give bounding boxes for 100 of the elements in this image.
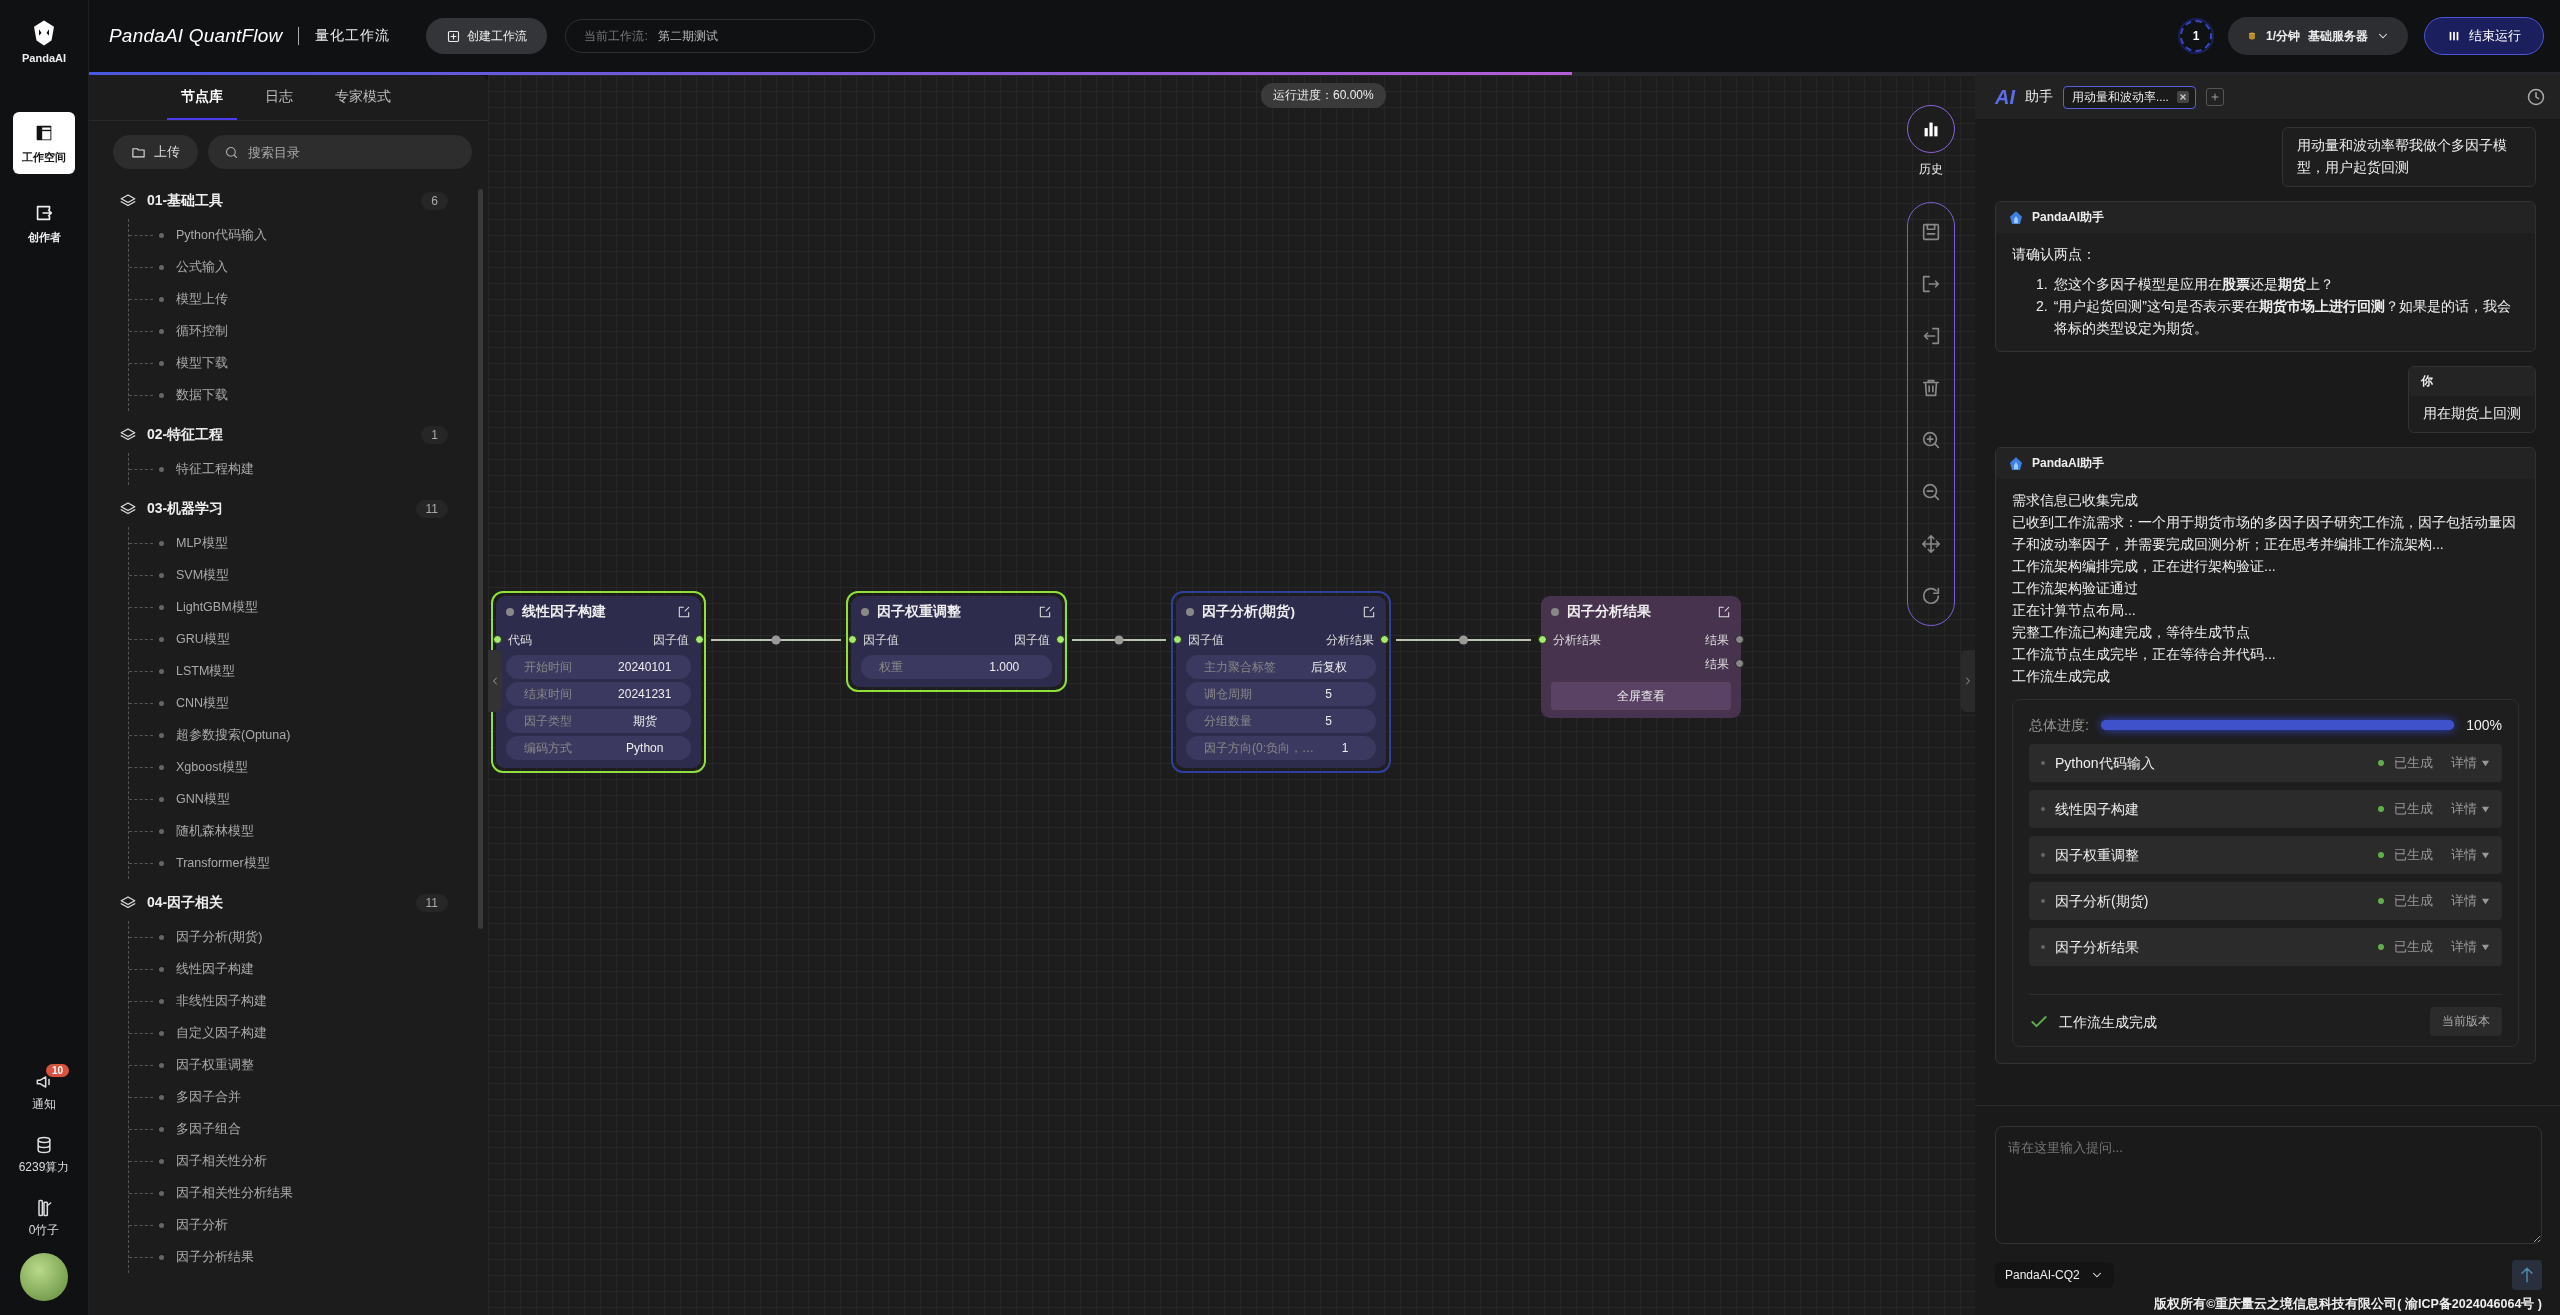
history-button[interactable] <box>1907 105 1955 153</box>
tree-item[interactable]: 公式输入 <box>129 251 448 283</box>
field-label: 当前工作流: <box>584 27 648 45</box>
avatar[interactable] <box>20 1253 68 1301</box>
close-icon[interactable] <box>2176 91 2189 103</box>
version-button[interactable]: 当前版本 <box>2430 1007 2502 1036</box>
port-dot[interactable] <box>848 635 857 644</box>
tree-item[interactable]: 模型上传 <box>129 283 448 315</box>
collapse-handle[interactable] <box>488 650 502 712</box>
port-dot[interactable] <box>1173 635 1182 644</box>
sidebar-tab[interactable]: 节点库 <box>167 75 237 120</box>
param-field[interactable]: 主力聚合标签 后复权 <box>1186 655 1376 679</box>
group-title[interactable]: 01-基础工具 <box>147 192 224 210</box>
chat-tab[interactable]: 用动量和波动率.... <box>2063 85 2196 109</box>
tree-item[interactable]: 非线性因子构建 <box>129 985 448 1017</box>
nav-item[interactable]: 创作者 <box>13 192 75 254</box>
history-button[interactable] <box>2526 87 2546 107</box>
port-dot[interactable] <box>1735 635 1744 644</box>
tree-item[interactable]: LSTM模型 <box>129 655 448 687</box>
details-dropdown[interactable]: 详情 <box>2451 846 2490 864</box>
tree-item[interactable]: 线性因子构建 <box>129 953 448 985</box>
tree-item[interactable]: LightGBM模型 <box>129 591 448 623</box>
send-button[interactable] <box>2512 1260 2542 1290</box>
model-dropdown[interactable]: PandaAI-CQ2 <box>1995 1262 2114 1288</box>
tree-item[interactable]: GNN模型 <box>129 783 448 815</box>
tree-item[interactable]: 因子相关性分析 <box>129 1145 448 1177</box>
save-button[interactable] <box>1920 221 1942 243</box>
tree-item[interactable]: 因子权重调整 <box>129 1049 448 1081</box>
tree-item[interactable]: GRU模型 <box>129 623 448 655</box>
tree-item[interactable]: 循环控制 <box>129 315 448 347</box>
stop-run-button[interactable]: 结束运行 <box>2424 17 2544 55</box>
port-dot[interactable] <box>1538 635 1547 644</box>
question-input[interactable]: 请在这里输入提问... <box>1995 1126 2542 1244</box>
queue-count: 1 <box>2180 20 2212 52</box>
details-dropdown[interactable]: 详情 <box>2451 754 2490 772</box>
port-dot[interactable] <box>1735 659 1744 668</box>
port-dot[interactable] <box>1380 635 1389 644</box>
group-title[interactable]: 02-特征工程 <box>147 426 224 444</box>
rail-button[interactable]: 通知 10 <box>12 1064 76 1113</box>
tree-item[interactable]: 数据下载 <box>129 379 448 411</box>
scrollbar[interactable] <box>478 189 483 929</box>
pan-button[interactable] <box>1920 533 1942 555</box>
tree-item[interactable]: 自定义因子构建 <box>129 1017 448 1049</box>
param-field[interactable]: 权重 1.000 <box>861 655 1052 679</box>
nav-item[interactable]: 工作空间 <box>13 112 75 174</box>
new-tab-button[interactable] <box>2205 88 2224 106</box>
tree-item[interactable]: 因子分析(期货) <box>129 921 448 953</box>
param-field[interactable]: 因子类型 期货 <box>506 709 691 733</box>
tree-item[interactable]: SVM模型 <box>129 559 448 591</box>
param-field[interactable]: 因子方向(0:负向，… 1 <box>1186 736 1376 760</box>
tree-item[interactable]: MLP模型 <box>129 527 448 559</box>
workflow-node[interactable]: 因子分析(期货) 因子值 分析结果 主力聚合标签 后复权 调仓周期 5 分组数量 5 因子方向(0:负向，… 1 <box>1171 591 1391 773</box>
tree-item[interactable]: Transformer模型 <box>129 847 448 879</box>
status-line: 正在计算节点布局... <box>2012 601 2137 620</box>
assistant-avatar-icon <box>2008 455 2024 472</box>
tree-item[interactable]: 因子相关性分析结果 <box>129 1177 448 1209</box>
group-title[interactable]: 04-因子相关 <box>147 894 224 912</box>
group-title[interactable]: 03-机器学习 <box>147 500 224 518</box>
rail-button[interactable]: 0竹子 <box>12 1190 76 1239</box>
tree-item[interactable]: Xgboost模型 <box>129 751 448 783</box>
tree-item[interactable]: 多因子合并 <box>129 1081 448 1113</box>
fullscreen-button[interactable]: 全屏查看 <box>1551 682 1731 710</box>
port-dot[interactable] <box>1056 635 1065 644</box>
param-value: 5 <box>1324 687 1333 701</box>
tree-item[interactable]: Python代码输入 <box>129 219 448 251</box>
tree-item[interactable]: 因子分析结果 <box>129 1241 448 1273</box>
param-field[interactable]: 开始时间 20240101 <box>506 655 691 679</box>
tree-item[interactable]: 超参数搜索(Optuna) <box>129 719 448 751</box>
details-dropdown[interactable]: 详情 <box>2451 938 2490 956</box>
details-dropdown[interactable]: 详情 <box>2451 800 2490 818</box>
expand-handle[interactable] <box>1961 650 1975 712</box>
zoom-out-button[interactable] <box>1920 481 1942 503</box>
create-workflow-button[interactable]: 创建工作流 <box>426 18 548 54</box>
port-dot[interactable] <box>695 635 704 644</box>
refresh-button[interactable] <box>1920 585 1942 607</box>
export-button[interactable] <box>1920 273 1942 295</box>
rail-button[interactable]: 6239算力 <box>12 1127 76 1176</box>
tree-item[interactable]: 因子分析 <box>129 1209 448 1241</box>
tree-item[interactable]: 多因子组合 <box>129 1113 448 1145</box>
param-field[interactable]: 编码方式 Python <box>506 736 691 760</box>
search-field[interactable]: 搜索目录 <box>208 135 472 169</box>
tree-item[interactable]: 模型下载 <box>129 347 448 379</box>
param-field[interactable]: 结束时间 20241231 <box>506 682 691 706</box>
port-dot[interactable] <box>493 635 502 644</box>
server-dropdown[interactable]: 1/分钟 基础服务器 <box>2228 17 2408 55</box>
upload-button[interactable]: 上传 <box>113 135 198 169</box>
param-field[interactable]: 分组数量 5 <box>1186 709 1376 733</box>
logo-text: PandaAI <box>22 52 66 64</box>
tree-item[interactable]: CNN模型 <box>129 687 448 719</box>
tree-item[interactable]: 特征工程构建 <box>129 453 448 485</box>
zoom-in-button[interactable] <box>1920 429 1942 451</box>
ai-logo: AI <box>1995 85 2015 109</box>
workflow-node[interactable]: 线性因子构建 代码 因子值 开始时间 20240101 结束时间 20241231 因子类型 期货 编码方式 Python <box>491 591 706 773</box>
tree-item[interactable]: 随机森林模型 <box>129 815 448 847</box>
delete-button[interactable] <box>1920 377 1942 399</box>
workflow-node[interactable]: 因子权重调整 因子值 因子值 权重 1.000 <box>846 591 1067 692</box>
sidebar-tab[interactable]: 专家模式 <box>321 75 405 120</box>
details-dropdown[interactable]: 详情 <box>2451 892 2490 910</box>
param-field[interactable]: 调仓周期 5 <box>1186 682 1376 706</box>
sidebar-tab[interactable]: 日志 <box>251 75 307 120</box>
